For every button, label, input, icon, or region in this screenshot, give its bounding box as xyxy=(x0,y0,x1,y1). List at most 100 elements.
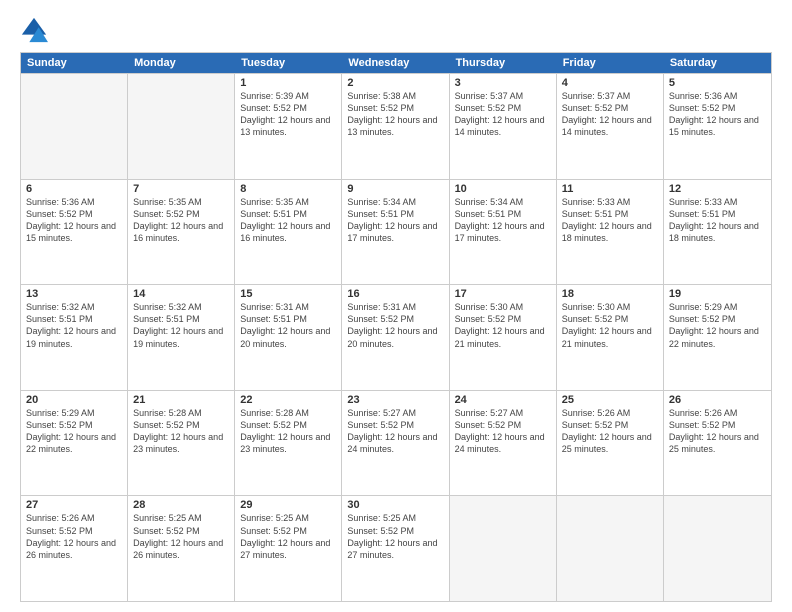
day-info: Sunrise: 5:35 AM Sunset: 5:52 PM Dayligh… xyxy=(133,196,229,245)
day-info: Sunrise: 5:36 AM Sunset: 5:52 PM Dayligh… xyxy=(669,90,766,139)
sunrise-label: Sunrise: 5:26 AM xyxy=(562,408,631,418)
daylight-label: Daylight: 12 hours and 22 minutes. xyxy=(669,326,759,348)
calendar-cell: 30 Sunrise: 5:25 AM Sunset: 5:52 PM Dayl… xyxy=(342,496,449,601)
daylight-label: Daylight: 12 hours and 26 minutes. xyxy=(26,538,116,560)
day-number: 1 xyxy=(240,77,336,89)
sunset-label: Sunset: 5:52 PM xyxy=(562,314,629,324)
sunrise-label: Sunrise: 5:33 AM xyxy=(562,197,631,207)
daylight-label: Daylight: 12 hours and 15 minutes. xyxy=(669,115,759,137)
day-number: 13 xyxy=(26,288,122,300)
calendar-cell: 22 Sunrise: 5:28 AM Sunset: 5:52 PM Dayl… xyxy=(235,391,342,496)
daylight-label: Daylight: 12 hours and 21 minutes. xyxy=(455,326,545,348)
daylight-label: Daylight: 12 hours and 22 minutes. xyxy=(26,432,116,454)
calendar-body: 1 Sunrise: 5:39 AM Sunset: 5:52 PM Dayli… xyxy=(21,73,771,601)
day-info: Sunrise: 5:28 AM Sunset: 5:52 PM Dayligh… xyxy=(240,407,336,456)
day-info: Sunrise: 5:34 AM Sunset: 5:51 PM Dayligh… xyxy=(347,196,443,245)
daylight-label: Daylight: 12 hours and 24 minutes. xyxy=(347,432,437,454)
sunset-label: Sunset: 5:51 PM xyxy=(669,209,736,219)
day-info: Sunrise: 5:31 AM Sunset: 5:51 PM Dayligh… xyxy=(240,301,336,350)
day-number: 29 xyxy=(240,499,336,511)
daylight-label: Daylight: 12 hours and 19 minutes. xyxy=(133,326,223,348)
header-day: Sunday xyxy=(21,53,128,73)
day-info: Sunrise: 5:33 AM Sunset: 5:51 PM Dayligh… xyxy=(669,196,766,245)
day-number: 10 xyxy=(455,183,551,195)
sunset-label: Sunset: 5:52 PM xyxy=(347,314,414,324)
sunset-label: Sunset: 5:52 PM xyxy=(562,420,629,430)
calendar-cell: 6 Sunrise: 5:36 AM Sunset: 5:52 PM Dayli… xyxy=(21,180,128,285)
sunset-label: Sunset: 5:51 PM xyxy=(455,209,522,219)
calendar-cell xyxy=(557,496,664,601)
sunrise-label: Sunrise: 5:32 AM xyxy=(133,302,202,312)
sunset-label: Sunset: 5:52 PM xyxy=(240,526,307,536)
day-info: Sunrise: 5:34 AM Sunset: 5:51 PM Dayligh… xyxy=(455,196,551,245)
daylight-label: Daylight: 12 hours and 14 minutes. xyxy=(455,115,545,137)
daylight-label: Daylight: 12 hours and 23 minutes. xyxy=(133,432,223,454)
day-info: Sunrise: 5:32 AM Sunset: 5:51 PM Dayligh… xyxy=(26,301,122,350)
day-info: Sunrise: 5:38 AM Sunset: 5:52 PM Dayligh… xyxy=(347,90,443,139)
calendar-cell: 1 Sunrise: 5:39 AM Sunset: 5:52 PM Dayli… xyxy=(235,74,342,179)
calendar-cell: 20 Sunrise: 5:29 AM Sunset: 5:52 PM Dayl… xyxy=(21,391,128,496)
day-info: Sunrise: 5:31 AM Sunset: 5:52 PM Dayligh… xyxy=(347,301,443,350)
day-info: Sunrise: 5:25 AM Sunset: 5:52 PM Dayligh… xyxy=(133,512,229,561)
sunset-label: Sunset: 5:52 PM xyxy=(455,103,522,113)
calendar-cell: 25 Sunrise: 5:26 AM Sunset: 5:52 PM Dayl… xyxy=(557,391,664,496)
day-info: Sunrise: 5:30 AM Sunset: 5:52 PM Dayligh… xyxy=(455,301,551,350)
day-info: Sunrise: 5:27 AM Sunset: 5:52 PM Dayligh… xyxy=(347,407,443,456)
daylight-label: Daylight: 12 hours and 14 minutes. xyxy=(562,115,652,137)
sunrise-label: Sunrise: 5:26 AM xyxy=(26,513,95,523)
sunset-label: Sunset: 5:52 PM xyxy=(347,526,414,536)
day-info: Sunrise: 5:25 AM Sunset: 5:52 PM Dayligh… xyxy=(240,512,336,561)
daylight-label: Daylight: 12 hours and 17 minutes. xyxy=(455,221,545,243)
day-number: 27 xyxy=(26,499,122,511)
header-day: Tuesday xyxy=(235,53,342,73)
header xyxy=(20,16,772,44)
day-info: Sunrise: 5:30 AM Sunset: 5:52 PM Dayligh… xyxy=(562,301,658,350)
calendar-cell: 12 Sunrise: 5:33 AM Sunset: 5:51 PM Dayl… xyxy=(664,180,771,285)
sunrise-label: Sunrise: 5:28 AM xyxy=(133,408,202,418)
calendar-row: 13 Sunrise: 5:32 AM Sunset: 5:51 PM Dayl… xyxy=(21,284,771,390)
sunset-label: Sunset: 5:52 PM xyxy=(133,526,200,536)
sunset-label: Sunset: 5:52 PM xyxy=(669,420,736,430)
day-number: 22 xyxy=(240,394,336,406)
sunset-label: Sunset: 5:52 PM xyxy=(669,314,736,324)
day-number: 15 xyxy=(240,288,336,300)
day-number: 18 xyxy=(562,288,658,300)
day-number: 16 xyxy=(347,288,443,300)
calendar-cell: 16 Sunrise: 5:31 AM Sunset: 5:52 PM Dayl… xyxy=(342,285,449,390)
sunset-label: Sunset: 5:52 PM xyxy=(347,103,414,113)
day-number: 7 xyxy=(133,183,229,195)
sunset-label: Sunset: 5:52 PM xyxy=(133,420,200,430)
sunrise-label: Sunrise: 5:31 AM xyxy=(240,302,309,312)
sunrise-label: Sunrise: 5:30 AM xyxy=(455,302,524,312)
day-number: 5 xyxy=(669,77,766,89)
sunset-label: Sunset: 5:52 PM xyxy=(133,209,200,219)
daylight-label: Daylight: 12 hours and 16 minutes. xyxy=(133,221,223,243)
day-info: Sunrise: 5:26 AM Sunset: 5:52 PM Dayligh… xyxy=(26,512,122,561)
day-number: 8 xyxy=(240,183,336,195)
calendar-row: 1 Sunrise: 5:39 AM Sunset: 5:52 PM Dayli… xyxy=(21,73,771,179)
sunset-label: Sunset: 5:52 PM xyxy=(455,314,522,324)
day-number: 6 xyxy=(26,183,122,195)
day-number: 26 xyxy=(669,394,766,406)
day-number: 11 xyxy=(562,183,658,195)
sunrise-label: Sunrise: 5:26 AM xyxy=(669,408,738,418)
calendar-cell: 7 Sunrise: 5:35 AM Sunset: 5:52 PM Dayli… xyxy=(128,180,235,285)
calendar-cell: 5 Sunrise: 5:36 AM Sunset: 5:52 PM Dayli… xyxy=(664,74,771,179)
daylight-label: Daylight: 12 hours and 20 minutes. xyxy=(240,326,330,348)
calendar-row: 6 Sunrise: 5:36 AM Sunset: 5:52 PM Dayli… xyxy=(21,179,771,285)
calendar-cell: 29 Sunrise: 5:25 AM Sunset: 5:52 PM Dayl… xyxy=(235,496,342,601)
calendar-cell: 24 Sunrise: 5:27 AM Sunset: 5:52 PM Dayl… xyxy=(450,391,557,496)
calendar-cell: 11 Sunrise: 5:33 AM Sunset: 5:51 PM Dayl… xyxy=(557,180,664,285)
sunset-label: Sunset: 5:52 PM xyxy=(240,103,307,113)
sunset-label: Sunset: 5:51 PM xyxy=(240,314,307,324)
calendar-cell: 26 Sunrise: 5:26 AM Sunset: 5:52 PM Dayl… xyxy=(664,391,771,496)
sunrise-label: Sunrise: 5:39 AM xyxy=(240,91,309,101)
calendar-cell xyxy=(664,496,771,601)
day-number: 21 xyxy=(133,394,229,406)
day-info: Sunrise: 5:37 AM Sunset: 5:52 PM Dayligh… xyxy=(455,90,551,139)
sunrise-label: Sunrise: 5:37 AM xyxy=(455,91,524,101)
daylight-label: Daylight: 12 hours and 23 minutes. xyxy=(240,432,330,454)
calendar-row: 27 Sunrise: 5:26 AM Sunset: 5:52 PM Dayl… xyxy=(21,495,771,601)
day-info: Sunrise: 5:32 AM Sunset: 5:51 PM Dayligh… xyxy=(133,301,229,350)
logo xyxy=(20,16,52,44)
